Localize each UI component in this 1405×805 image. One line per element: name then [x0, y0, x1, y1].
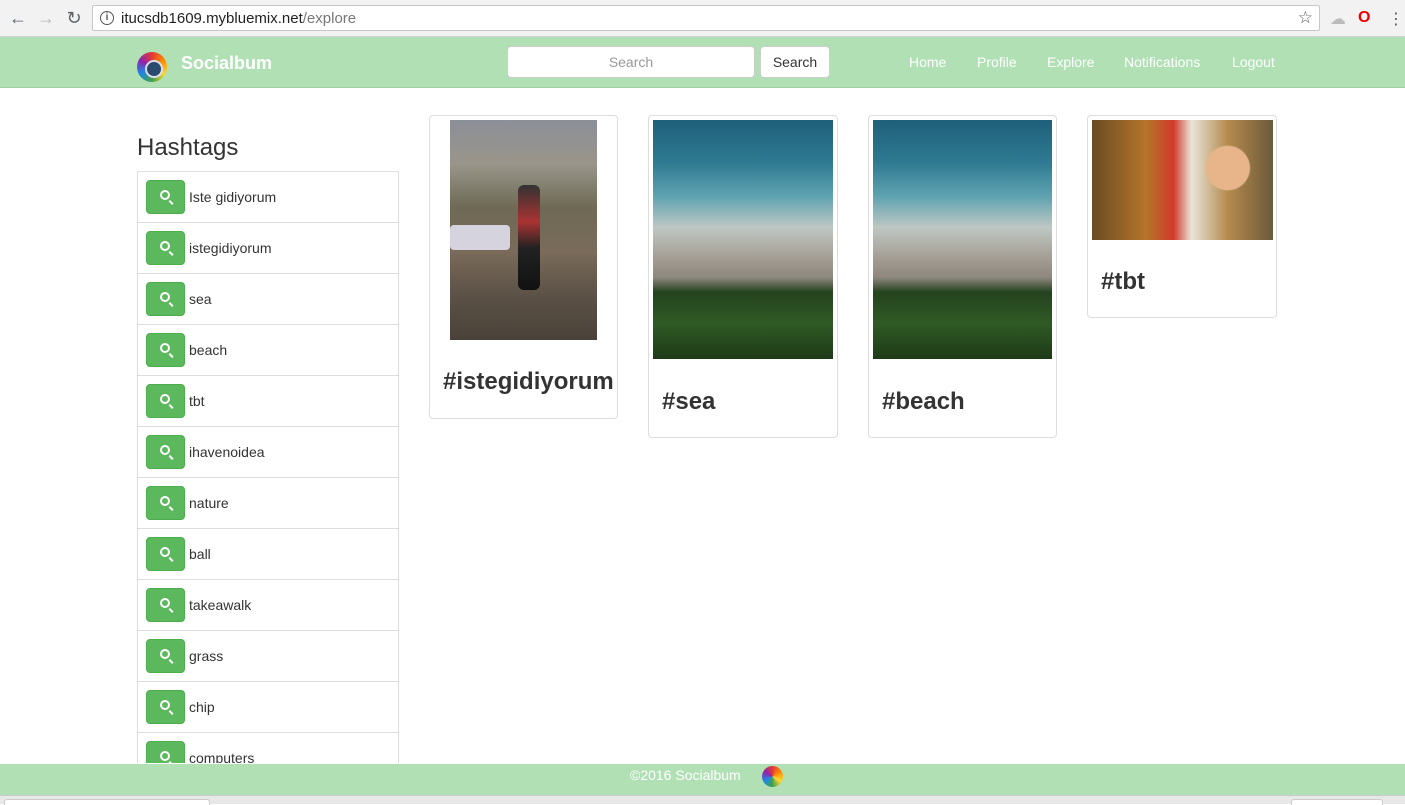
hashtag-label: chip: [189, 699, 215, 715]
hashtag-search-button[interactable]: [146, 384, 185, 418]
reload-icon[interactable]: ↻: [64, 8, 84, 28]
nav-profile[interactable]: Profile: [977, 54, 1017, 70]
info-icon[interactable]: i: [100, 11, 114, 25]
list-item: sea: [138, 274, 398, 325]
hashtag-label: tbt: [189, 393, 205, 409]
hashtag-label: Iste gidiyorum: [189, 189, 277, 205]
hashtag-search-button[interactable]: [146, 639, 185, 673]
search-icon: [160, 190, 170, 200]
list-item: beach: [138, 325, 398, 376]
hashtag-search-button[interactable]: [146, 741, 185, 763]
nav-notifications[interactable]: Notifications: [1124, 54, 1200, 70]
cloud-extension-icon[interactable]: ☁: [1330, 9, 1346, 29]
search-icon: [160, 241, 170, 251]
search-input[interactable]: [507, 46, 755, 78]
hashtag-search-button[interactable]: [146, 231, 185, 265]
list-item: nature: [138, 478, 398, 529]
search-icon: [160, 394, 170, 404]
hashtag-label: takeawalk: [189, 597, 252, 613]
hashtag-label: computers: [189, 750, 255, 763]
card-caption[interactable]: #beach: [882, 388, 965, 416]
camera-logo-icon: [762, 766, 783, 787]
hashtag-label: istegidiyorum: [189, 240, 272, 256]
search-icon: [160, 496, 170, 506]
hashtag-label: ball: [189, 546, 211, 562]
brand-name[interactable]: Socialbum: [181, 53, 272, 74]
hashtag-label: nature: [189, 495, 229, 511]
site-navbar: Socialbum Search Home Profile Explore No…: [0, 37, 1405, 88]
url-path: /explore: [302, 10, 357, 27]
search-icon: [160, 751, 170, 761]
hashtags-heading: Hashtags: [137, 134, 239, 161]
card-photo[interactable]: [450, 120, 597, 340]
card-photo[interactable]: [873, 120, 1052, 359]
opera-extension-icon[interactable]: O: [1358, 9, 1370, 27]
hashtag-search-button[interactable]: [146, 690, 185, 724]
list-item: istegidiyorum: [138, 223, 398, 274]
search-icon: [160, 598, 170, 608]
nav-home[interactable]: Home: [909, 54, 946, 70]
list-item: grass: [138, 631, 398, 682]
menu-dots-icon[interactable]: ⋮: [1388, 9, 1404, 29]
list-item: takeawalk: [138, 580, 398, 631]
hashtag-list: Iste gidiyorum istegidiyorum sea beach t…: [137, 171, 399, 763]
search-icon: [160, 547, 170, 557]
list-item: computers: [138, 733, 398, 763]
card-photo[interactable]: [653, 120, 833, 359]
url-text: itucsdb1609.mybluemix.net/explore: [121, 10, 356, 27]
browser-toolbar: ← → ↻ i itucsdb1609.mybluemix.net/explor…: [0, 0, 1405, 37]
hashtag-label: beach: [189, 342, 228, 358]
hashtag-card[interactable]: #beach: [868, 115, 1057, 438]
list-item: chip: [138, 682, 398, 733]
nav-logout[interactable]: Logout: [1232, 54, 1275, 70]
show-all-downloads[interactable]: [1291, 799, 1383, 805]
nav-explore[interactable]: Explore: [1047, 54, 1094, 70]
list-item: tbt: [138, 376, 398, 427]
hashtag-card[interactable]: #sea: [648, 115, 838, 438]
hashtag-label: sea: [189, 291, 212, 307]
search-icon: [160, 343, 170, 353]
list-item: ball: [138, 529, 398, 580]
forward-icon[interactable]: →: [36, 8, 56, 28]
hashtag-search-button[interactable]: [146, 588, 185, 622]
hashtag-label: grass: [189, 648, 224, 664]
card-caption[interactable]: #sea: [662, 388, 715, 416]
hashtag-card[interactable]: #istegidiyorum: [429, 115, 618, 419]
camera-logo-icon[interactable]: [137, 52, 167, 82]
card-caption[interactable]: #istegidiyorum: [443, 368, 614, 396]
download-shelf-item[interactable]: [4, 799, 210, 805]
search-icon: [160, 700, 170, 710]
hashtag-search-button[interactable]: [146, 282, 185, 316]
hashtag-search-button[interactable]: [146, 435, 185, 469]
hashtag-search-button[interactable]: [146, 333, 185, 367]
list-item: Iste gidiyorum: [138, 172, 398, 223]
search-icon: [160, 445, 170, 455]
site-footer: ©2016 Socialbum: [0, 764, 1405, 795]
url-domain: itucsdb1609.mybluemix.net: [121, 10, 303, 27]
hashtag-search-button[interactable]: [146, 180, 185, 214]
address-bar[interactable]: i itucsdb1609.mybluemix.net/explore ☆: [92, 5, 1320, 31]
footer-text: ©2016 Socialbum: [630, 767, 741, 783]
hashtag-search-button[interactable]: [146, 486, 185, 520]
back-icon[interactable]: ←: [8, 8, 28, 28]
card-caption[interactable]: #tbt: [1101, 268, 1145, 296]
hashtag-card[interactable]: #tbt: [1087, 115, 1277, 318]
hashtag-search-button[interactable]: [146, 537, 185, 571]
search-button[interactable]: Search: [760, 46, 830, 78]
bookmark-star-icon[interactable]: ☆: [1298, 8, 1313, 28]
list-item: ihavenoidea: [138, 427, 398, 478]
search-icon: [160, 292, 170, 302]
card-photo[interactable]: [1092, 120, 1273, 240]
browser-bottom-bar: [0, 795, 1405, 805]
search-icon: [160, 649, 170, 659]
hashtag-label: ihavenoidea: [189, 444, 265, 460]
